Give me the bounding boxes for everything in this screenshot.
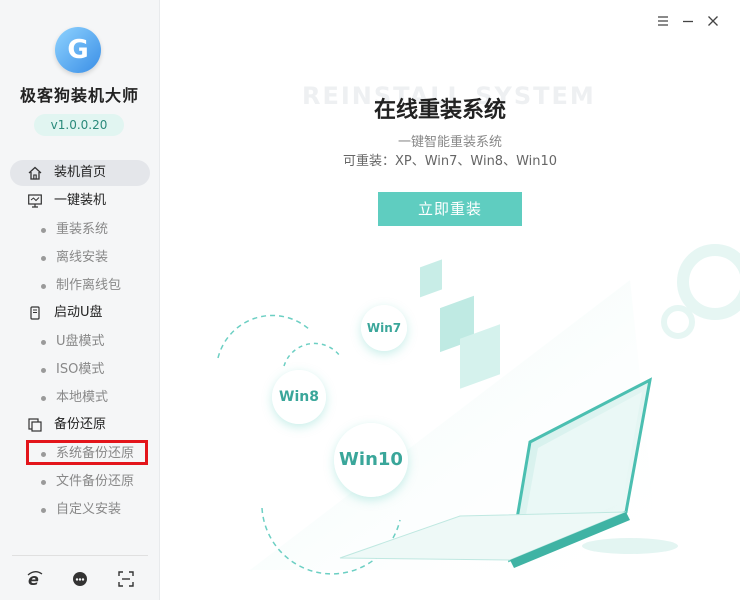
sidebar-item-label: 一键装机 bbox=[54, 193, 107, 208]
win8-bubble: Win8 bbox=[272, 370, 326, 424]
highlight-box bbox=[26, 440, 148, 465]
app-title: 极客狗装机大师 bbox=[19, 86, 139, 105]
sidebar-item-label: 装机首页 bbox=[54, 165, 107, 180]
app-logo: G bbox=[55, 27, 101, 73]
sidebar-subitem-file-backup[interactable]: 文件备份还原 bbox=[10, 470, 150, 494]
minimize-icon[interactable] bbox=[681, 14, 695, 28]
sidebar-subitem-reinstall[interactable]: 重装系统 bbox=[10, 218, 150, 242]
usb-icon bbox=[30, 306, 40, 320]
scan-icon[interactable] bbox=[117, 570, 135, 588]
page-title: 在线重装系统 bbox=[374, 98, 507, 123]
divider bbox=[12, 555, 148, 556]
supported-systems: 可重装：XP、Win7、Win8、Win10 bbox=[342, 154, 558, 169]
sidebar-subitem-usb-mode[interactable]: U盘模式 bbox=[10, 330, 150, 354]
sidebar-item-home[interactable]: 装机首页 bbox=[10, 160, 150, 186]
win7-bubble: Win7 bbox=[361, 305, 407, 351]
laptop-illustration: Win7 Win8 Win10 bbox=[160, 240, 740, 600]
ie-icon[interactable]: e bbox=[26, 570, 44, 588]
backup-icon bbox=[28, 418, 42, 432]
sidebar-subitem-custom-install[interactable]: 自定义安装 bbox=[10, 498, 150, 522]
svg-text:e: e bbox=[28, 570, 39, 588]
install-now-button[interactable]: 立即重装 bbox=[378, 192, 522, 226]
headset-icon[interactable] bbox=[71, 570, 89, 588]
version-badge: v1.0.0.20 bbox=[34, 114, 124, 136]
sidebar-subitem-offline-install[interactable]: 离线安装 bbox=[10, 246, 150, 270]
close-icon[interactable] bbox=[706, 14, 720, 28]
menu-icon[interactable] bbox=[656, 14, 670, 28]
sidebar-subitem-iso-mode[interactable]: ISO模式 bbox=[10, 358, 150, 382]
home-icon bbox=[28, 166, 42, 180]
illustration-graphic bbox=[217, 244, 740, 575]
monitor-icon bbox=[28, 194, 42, 208]
sidebar-item-label: 备份还原 bbox=[54, 417, 107, 432]
sidebar-item-usb[interactable]: 启动U盘 bbox=[10, 300, 150, 326]
sidebar-item-backup[interactable]: 备份还原 bbox=[10, 412, 150, 438]
sidebar-item-label: 启动U盘 bbox=[54, 305, 103, 320]
sidebar: G 极客狗装机大师 v1.0.0.20 装机首页 一键装机 重装系统 离线安装 … bbox=[0, 0, 160, 600]
page-subtitle: 一键智能重装系统 bbox=[397, 135, 502, 150]
sidebar-subitem-make-offline[interactable]: 制作离线包 bbox=[10, 274, 150, 298]
sidebar-item-one-click[interactable]: 一键装机 bbox=[10, 188, 150, 214]
win10-bubble: Win10 bbox=[334, 423, 408, 497]
sidebar-subitem-local-mode[interactable]: 本地模式 bbox=[10, 386, 150, 410]
